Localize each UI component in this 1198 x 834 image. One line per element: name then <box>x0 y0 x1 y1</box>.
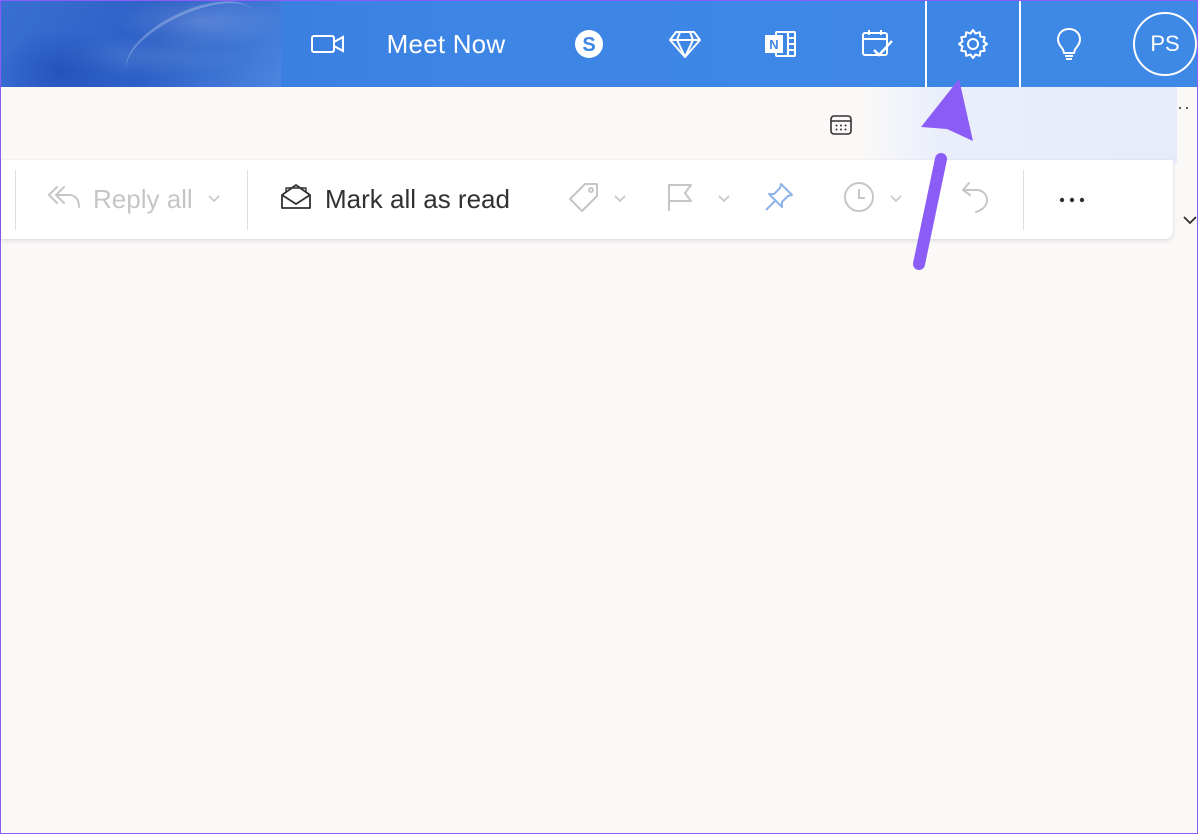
header-fade-panel <box>865 87 1177 163</box>
undo-button[interactable] <box>959 160 991 239</box>
pin-button[interactable] <box>763 160 795 239</box>
svg-text:S: S <box>582 34 595 56</box>
skype-button[interactable]: S <box>557 1 621 87</box>
header-background-art <box>1 1 281 87</box>
meet-now-label: Meet Now <box>386 28 506 59</box>
calendar-icon[interactable] <box>829 113 853 137</box>
toolbar-divider <box>1023 170 1024 230</box>
onenote-icon: N <box>764 29 798 59</box>
toolbar-divider <box>247 170 248 230</box>
video-camera-button[interactable] <box>293 1 363 87</box>
snooze-button[interactable] <box>843 160 903 239</box>
reply-all-button[interactable]: Reply all <box>47 160 221 239</box>
video-camera-icon <box>310 32 346 56</box>
skype-icon: S <box>573 28 605 60</box>
reply-all-icon <box>47 183 81 216</box>
svg-text:N: N <box>769 37 778 52</box>
app-header: Meet Now S N PS <box>1 1 1197 87</box>
expand-chevron-icon[interactable] <box>1181 211 1198 229</box>
envelope-open-icon <box>279 182 313 217</box>
more-horizontal-icon <box>1057 191 1087 209</box>
flag-button[interactable] <box>665 160 731 239</box>
chevron-down-icon[interactable] <box>207 191 221 209</box>
mark-all-as-read-label: Mark all as read <box>325 184 510 214</box>
pin-icon <box>763 181 795 218</box>
gear-icon <box>956 27 990 61</box>
settings-button[interactable] <box>925 1 1021 87</box>
toolbar-divider <box>15 170 16 230</box>
more-actions-button[interactable] <box>1057 160 1087 239</box>
avatar-initials: PS <box>1150 31 1180 56</box>
chevron-down-icon[interactable] <box>613 191 627 209</box>
onenote-button[interactable]: N <box>749 1 813 87</box>
flag-icon <box>665 181 695 218</box>
tag-icon <box>567 181 601 218</box>
command-toolbar: Reply all Mark all as read <box>1 160 1173 239</box>
premium-button[interactable] <box>653 1 717 87</box>
meet-now-button[interactable]: Meet Now <box>373 1 519 87</box>
reply-all-label: Reply all <box>93 184 193 214</box>
account-button[interactable]: PS <box>1127 1 1197 87</box>
tips-button[interactable] <box>1037 1 1101 87</box>
overflow-ellipsis-icon[interactable]: ·· <box>1177 97 1191 118</box>
avatar: PS <box>1133 12 1197 76</box>
todo-button[interactable] <box>845 1 909 87</box>
lightbulb-icon <box>1056 27 1082 61</box>
clock-icon <box>843 181 875 218</box>
chevron-down-icon[interactable] <box>889 191 903 209</box>
calendar-check-icon <box>860 28 894 60</box>
diamond-icon <box>668 29 702 59</box>
categorize-button[interactable] <box>567 160 627 239</box>
chevron-down-icon[interactable] <box>717 191 731 209</box>
undo-icon <box>959 180 991 219</box>
mark-all-as-read-button[interactable]: Mark all as read <box>279 160 510 239</box>
